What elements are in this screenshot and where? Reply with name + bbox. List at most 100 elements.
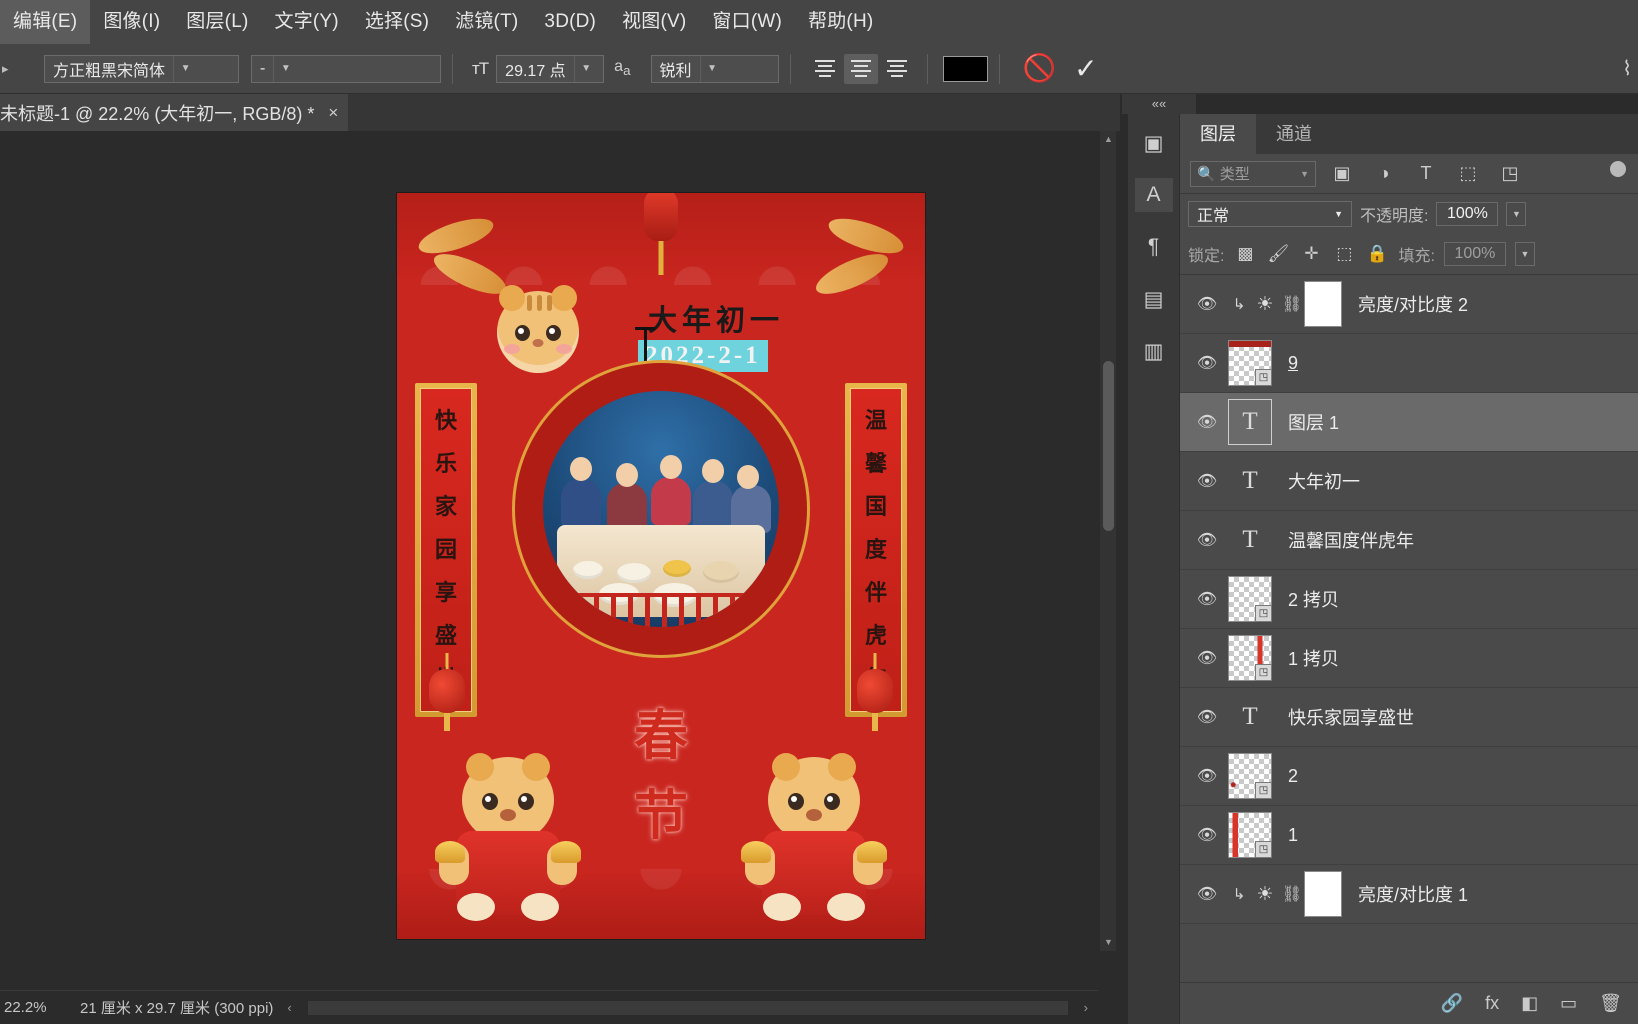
layer-visibility-icon[interactable]: 👁: [1186, 707, 1228, 727]
table-row[interactable]: 👁 ◳ 9: [1180, 334, 1638, 393]
menu-item-3d[interactable]: 3D(D): [531, 0, 609, 44]
artboard[interactable]: 大年初一 2022-2-1 快 乐 家 园 享 盛 温 馨 国 度 伴 虎 春 …: [397, 193, 925, 939]
scroll-down-icon[interactable]: ▼: [1100, 934, 1117, 951]
canvas-vertical-scrollbar[interactable]: ▲ ▼: [1099, 131, 1116, 951]
commit-edit-icon[interactable]: ✓: [1074, 54, 1097, 83]
blend-mode-select[interactable]: 正常 ▼: [1188, 201, 1352, 227]
layer-visibility-icon[interactable]: 👁: [1186, 825, 1228, 845]
link-mask-icon[interactable]: ⛓: [1280, 884, 1304, 904]
scroll-right-icon[interactable]: ›: [1084, 1000, 1088, 1015]
type-layer-icon[interactable]: T: [1228, 517, 1272, 563]
table-row[interactable]: 👁 ◳ 1: [1180, 806, 1638, 865]
horizontal-scrollbar[interactable]: [307, 1000, 1068, 1015]
align-right-button[interactable]: [880, 54, 914, 84]
properties-panel-icon[interactable]: ▤: [1135, 282, 1173, 316]
lock-all-icon[interactable]: 🔒: [1365, 244, 1389, 264]
lock-position-icon[interactable]: ✛: [1299, 244, 1323, 264]
table-row[interactable]: 👁 ↳ ☀ ⛓ 亮度/对比度 2: [1180, 275, 1638, 334]
layer-visibility-icon[interactable]: 👁: [1186, 648, 1228, 668]
status-expand-icon[interactable]: ‹: [287, 1000, 291, 1015]
delete-layer-icon[interactable]: 🗑: [1599, 993, 1622, 1014]
align-left-button[interactable]: [808, 54, 842, 84]
table-row[interactable]: 👁 ◳ 1 拷贝: [1180, 629, 1638, 688]
table-row[interactable]: 👁 T 温馨国度伴虎年: [1180, 511, 1638, 570]
layer-style-icon[interactable]: fx: [1485, 993, 1499, 1014]
filter-smartobject-icon[interactable]: ◳: [1494, 163, 1526, 184]
layer-name[interactable]: 亮度/对比度 2: [1358, 291, 1468, 317]
layer-visibility-icon[interactable]: 👁: [1186, 412, 1228, 432]
text-color-swatch[interactable]: [942, 55, 988, 82]
menu-item-edit[interactable]: 编辑(E): [0, 0, 91, 44]
scroll-up-icon[interactable]: ▲: [1100, 131, 1117, 148]
scrollbar-thumb[interactable]: [1103, 361, 1114, 531]
zoom-level[interactable]: 22.2%: [0, 999, 70, 1016]
cancel-edit-icon[interactable]: 🚫: [1023, 55, 1057, 82]
tab-layers[interactable]: 图层: [1180, 114, 1256, 154]
layer-thumbnail[interactable]: ◳: [1228, 635, 1272, 681]
tab-channels[interactable]: 通道: [1256, 114, 1332, 154]
type-layer-icon[interactable]: T: [1228, 458, 1272, 504]
layer-visibility-icon[interactable]: 👁: [1186, 530, 1228, 550]
chevron-down-icon[interactable]: ▼: [1506, 202, 1527, 226]
filter-type-icon[interactable]: T: [1410, 163, 1442, 184]
opacity-input[interactable]: 100%: [1436, 202, 1499, 226]
link-mask-icon[interactable]: ⛓: [1280, 294, 1304, 314]
close-icon[interactable]: ×: [328, 103, 338, 123]
brightness-contrast-icon[interactable]: ☀: [1250, 883, 1280, 906]
menu-item-filter[interactable]: 滤镜(T): [442, 0, 531, 44]
type-layer-icon[interactable]: T: [1228, 694, 1272, 740]
filter-pixel-icon[interactable]: ▣: [1326, 163, 1358, 184]
menu-item-select[interactable]: 选择(S): [352, 0, 442, 44]
layer-thumbnail[interactable]: ◳: [1228, 753, 1272, 799]
font-size-input[interactable]: 29.17 点 ▼: [496, 54, 605, 83]
filter-adjustment-icon[interactable]: ◑: [1368, 163, 1400, 184]
type-layer-icon[interactable]: T: [1228, 399, 1272, 445]
layer-list[interactable]: 👁 ↳ ☀ ⛓ 亮度/对比度 2 👁 ◳ 9 👁 T 图层 1 👁 T 大年初一…: [1180, 274, 1638, 982]
layer-thumbnail[interactable]: ◳: [1228, 340, 1272, 386]
layer-filter-select[interactable]: 🔍 类型 ▼: [1190, 160, 1316, 187]
canvas-selected-text[interactable]: 2022-2-1: [638, 340, 768, 372]
layer-name[interactable]: 快乐家园享盛世: [1288, 704, 1414, 730]
layer-name[interactable]: 亮度/对比度 1: [1358, 881, 1468, 907]
table-row[interactable]: 👁 T 图层 1: [1180, 393, 1638, 452]
tool-preset-arrow-icon[interactable]: ▸: [2, 61, 18, 77]
layer-visibility-icon[interactable]: 👁: [1186, 766, 1228, 786]
new-group-icon[interactable]: ▭: [1560, 993, 1577, 1014]
lock-transparency-icon[interactable]: ▩: [1233, 244, 1257, 264]
character-panel-icon[interactable]: A: [1134, 178, 1173, 212]
table-row[interactable]: 👁 ◳ 2 拷贝: [1180, 570, 1638, 629]
paragraph-panel-icon[interactable]: ¶: [1135, 230, 1173, 264]
layer-visibility-icon[interactable]: 👁: [1186, 471, 1228, 491]
layer-mask-icon[interactable]: ◧: [1521, 993, 1538, 1014]
filter-enable-toggle[interactable]: [1610, 160, 1628, 187]
layer-name[interactable]: 9: [1288, 353, 1298, 374]
font-style-select[interactable]: - ▼: [251, 54, 441, 83]
link-layers-icon[interactable]: 🔗: [1441, 993, 1463, 1014]
menu-item-window[interactable]: 窗口(W): [699, 0, 795, 44]
layer-mask-thumbnail[interactable]: [1304, 871, 1342, 917]
fill-input[interactable]: 100%: [1443, 242, 1506, 266]
menu-item-type[interactable]: 文字(Y): [262, 0, 352, 44]
align-center-button[interactable]: [843, 53, 878, 84]
document-tab[interactable]: 未标题-1 @ 22.2% (大年初一, RGB/8) * ×: [0, 94, 349, 131]
anti-alias-select[interactable]: 锐利 ▼: [650, 54, 779, 83]
table-row[interactable]: 👁 T 快乐家园享盛世: [1180, 688, 1638, 747]
layer-name[interactable]: 大年初一: [1288, 468, 1360, 494]
layer-name[interactable]: 1 拷贝: [1288, 645, 1339, 671]
brightness-contrast-icon[interactable]: ☀: [1250, 293, 1280, 316]
layer-name[interactable]: 1: [1288, 825, 1298, 846]
font-family-select[interactable]: 方正粗黑宋简体 ▼: [44, 54, 239, 83]
canvas-area[interactable]: 大年初一 2022-2-1 快 乐 家 园 享 盛 温 馨 国 度 伴 虎 春 …: [0, 131, 1098, 951]
layer-visibility-icon[interactable]: 👁: [1186, 589, 1228, 609]
3d-panel-icon[interactable]: ▣: [1135, 126, 1173, 160]
layer-visibility-icon[interactable]: 👁: [1186, 884, 1228, 904]
menu-item-help[interactable]: 帮助(H): [795, 0, 886, 44]
layer-visibility-icon[interactable]: 👁: [1186, 294, 1228, 314]
layer-name[interactable]: 2 拷贝: [1288, 586, 1339, 612]
lock-image-icon[interactable]: 🖌: [1266, 244, 1290, 264]
menu-item-image[interactable]: 图像(I): [90, 0, 173, 44]
table-row[interactable]: 👁 ◳ 2: [1180, 747, 1638, 806]
layer-visibility-icon[interactable]: 👁: [1186, 353, 1228, 373]
notes-panel-icon[interactable]: ▥: [1135, 334, 1173, 368]
chevron-down-icon[interactable]: ▼: [1514, 242, 1535, 266]
